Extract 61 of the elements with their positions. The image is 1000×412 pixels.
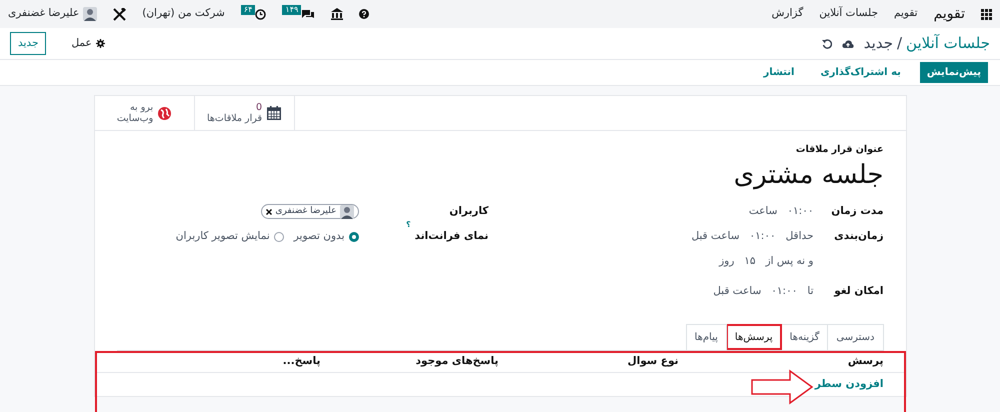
status-button[interactable]: به اشتراک‌گذاری (813, 62, 908, 83)
column-header: پاسخ‌های موجود (414, 354, 498, 369)
message-count: ۱۴۹ (282, 4, 302, 14)
menu-item[interactable]: گزارش (772, 6, 804, 22)
status-button[interactable]: پیش‌نمایش (920, 62, 988, 83)
user-name[interactable]: علیرضا غضنفری (8, 6, 80, 22)
new-button[interactable]: جدید (10, 32, 46, 56)
activity-count: ۶۴ (240, 4, 256, 14)
unit-label: ساعت قبل (691, 228, 740, 244)
tab[interactable]: پیام‌ها (686, 324, 727, 350)
breadcrumb-current: جدید (864, 33, 893, 54)
field-label: امکان لغو (832, 284, 884, 299)
company-switcher[interactable]: شرکت من (تهران) (142, 6, 225, 22)
calendar-icon (267, 106, 282, 120)
tools-icon[interactable] (113, 8, 126, 20)
column-header: پرسش (846, 354, 884, 369)
title-field[interactable]: جلسه مشتری (116, 157, 884, 194)
discard-icon[interactable] (822, 38, 832, 48)
unit-label: روز (719, 254, 734, 269)
close-icon[interactable] (266, 208, 272, 215)
field-label: عنوان قرار ملاقات (794, 143, 884, 157)
bank-icon[interactable] (331, 8, 344, 20)
tab[interactable]: پرسش‌ها (726, 324, 782, 350)
chat-icon[interactable] (301, 8, 316, 20)
radio-label: نمایش تصویر کاربران (176, 228, 270, 244)
status-button[interactable]: انتشار (756, 62, 802, 83)
avatar-icon (340, 204, 354, 219)
field-label: مدت زمان (830, 204, 884, 219)
field-label: زمان‌بندی (833, 228, 884, 244)
app-name[interactable]: تقویم (934, 4, 965, 24)
cloud-upload-icon[interactable] (842, 38, 854, 48)
field-text: حداقل (786, 228, 814, 244)
radio-button[interactable] (348, 232, 358, 242)
menu-item[interactable]: جلسات آنلاین (819, 6, 878, 22)
avatar-icon (83, 7, 98, 21)
field-text: تا (807, 284, 814, 299)
duration-field[interactable]: ۰۱:۰۰ (787, 204, 814, 220)
duration-field[interactable]: ۰۱:۰۰ (771, 284, 798, 300)
action-menu[interactable]: عمل (70, 34, 106, 52)
unit-label: ساعت قبل (713, 284, 762, 299)
gear-icon (96, 39, 105, 48)
clock-icon[interactable] (255, 8, 266, 20)
field-label: نمای فرانت‌اند (414, 228, 488, 244)
column-header: نوع سوال (626, 354, 678, 369)
duration-field[interactable]: ۰۱:۰۰ (750, 228, 776, 245)
number-field[interactable]: ۱۵ (744, 254, 756, 270)
apps-menu-icon[interactable] (981, 8, 992, 20)
help-icon[interactable] (359, 9, 370, 19)
user-tag[interactable]: علیرضا غضنفری (261, 204, 358, 220)
field-text: و نه پس از (766, 254, 814, 269)
add-line-link[interactable]: افزودن سطر (678, 376, 884, 393)
radio-button[interactable] (274, 232, 284, 242)
unit-label: ساعت (748, 204, 778, 219)
breadcrumb-link[interactable]: جلسات آنلاین (906, 32, 990, 55)
field-label: کاربران (448, 204, 488, 219)
tab[interactable]: دسترسی (827, 324, 884, 350)
globe-icon (158, 106, 172, 120)
radio-label: بدون تصویر (294, 228, 344, 244)
column-header: پاسخ... (282, 354, 320, 369)
menu-item[interactable]: تقویم (894, 6, 918, 22)
breadcrumb-separator: / (896, 33, 902, 54)
